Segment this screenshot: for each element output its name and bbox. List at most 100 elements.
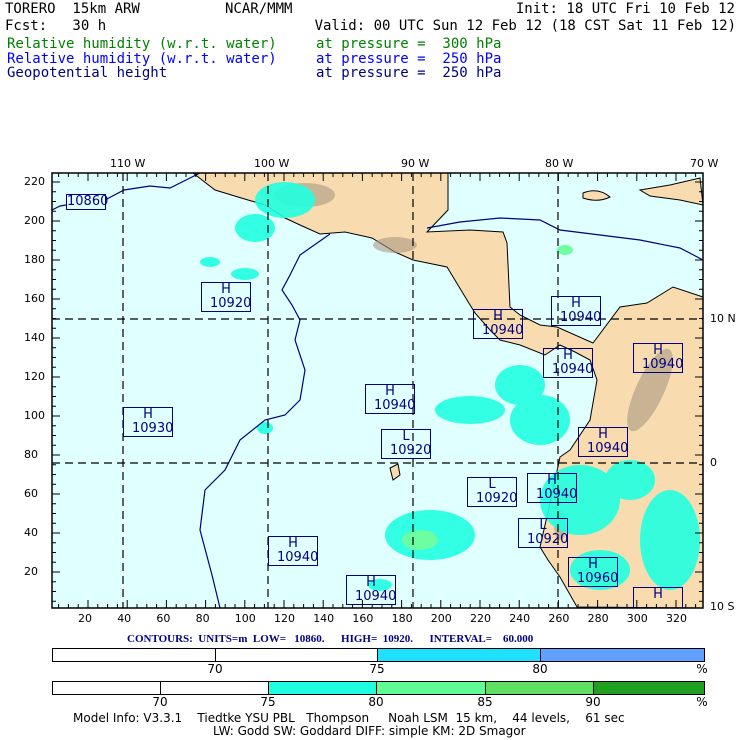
low-center: L 10920 xyxy=(467,477,517,507)
colorbar-250-label: % xyxy=(696,662,708,676)
colorbar-300hpa xyxy=(52,681,705,695)
contour-info: CONTOURS: UNITS=m LOW= 10860. HIGH= 1092… xyxy=(127,633,534,645)
center-value: 10930 xyxy=(132,421,174,436)
high-center: H 10940 xyxy=(346,575,396,605)
center-value: 10940 xyxy=(482,323,524,338)
lon-label-110w: 110 W xyxy=(110,157,146,170)
center-type: H xyxy=(571,296,581,311)
colorbar-250-label: 80 xyxy=(532,662,548,676)
colorbar-300-label: 80 xyxy=(368,695,384,709)
colorbar-300-label: 90 xyxy=(585,695,601,709)
low-center: L 10920 xyxy=(381,429,431,459)
center-type: L xyxy=(402,429,410,444)
center-value: 10940 xyxy=(536,487,578,502)
center-value: 10960 xyxy=(577,571,619,586)
center-type: H xyxy=(493,309,503,324)
center-value: 10940 xyxy=(374,398,416,413)
x-tick-label: 100 xyxy=(234,612,256,625)
x-tick-label: 40 xyxy=(117,612,132,625)
center-value: 10920 xyxy=(476,491,518,506)
center-value: 10860 xyxy=(67,194,109,209)
high-center: H 10960 xyxy=(568,557,618,587)
x-tick-label: 20 xyxy=(78,612,92,625)
center-value: 10920 xyxy=(210,296,252,311)
colorbar-segment xyxy=(486,682,594,694)
y-tick-label: 40 xyxy=(24,526,38,539)
colorbar-segment xyxy=(541,649,704,661)
x-tick-label: 120 xyxy=(274,612,295,625)
x-tick-label: 260 xyxy=(548,612,570,625)
low-center: L 10920 xyxy=(518,518,568,548)
colorbar-300-label: 70 xyxy=(152,695,168,709)
valid-time: Valid: 00 UTC Sun 12 Feb 12 (18 CST Sat … xyxy=(314,18,736,34)
high-center: H 10940 xyxy=(527,473,577,503)
lon-label-80w: 80 W xyxy=(545,157,574,170)
center-type: L xyxy=(488,477,496,492)
high-center: H 10930 xyxy=(123,407,173,437)
lat-label-10n: 10 N xyxy=(710,312,736,325)
organization: NCAR/MMM xyxy=(225,1,293,17)
x-tick-label: 240 xyxy=(509,612,531,625)
lat-label-10s: 10 S xyxy=(710,600,735,613)
high-center: H 10940 xyxy=(365,384,415,414)
y-tick-label: 220 xyxy=(24,175,45,188)
contour-label: 10860 xyxy=(66,194,109,210)
field-3-level: at pressure = 250 hPa xyxy=(316,65,502,81)
center-type: H xyxy=(598,427,608,442)
y-tick-label: 160 xyxy=(24,292,45,305)
center-type: H xyxy=(547,473,557,488)
colorbar-300-label: 85 xyxy=(477,695,493,709)
center-type: H xyxy=(366,575,376,590)
model-physics: LW: Godd SW: Goddard DIFF: simple KM: 2D… xyxy=(213,724,526,738)
x-tick-label: 300 xyxy=(626,612,648,625)
x-tick-label: 200 xyxy=(430,612,452,625)
high-center: H 10940 xyxy=(551,296,601,326)
center-value: 10940 xyxy=(552,362,594,377)
y-tick-label: 80 xyxy=(24,448,38,461)
colorbar-300-label: 75 xyxy=(260,695,276,709)
center-type: H xyxy=(288,536,298,551)
center-value: 10940 xyxy=(355,589,397,604)
colorbar-250-label: 70 xyxy=(207,662,223,676)
x-tick-label: 140 xyxy=(313,612,335,625)
field-3-name: Geopotential height xyxy=(7,65,168,81)
high-center: H xyxy=(633,587,683,608)
forecast-hour: Fcst: 30 h xyxy=(5,18,107,34)
high-center: H 10940 xyxy=(578,427,628,457)
lon-label-100w: 100 W xyxy=(254,157,290,170)
colorbar-segment xyxy=(378,649,541,661)
weather-map-page: TORERO 15km ARW NCAR/MMM Init: 18 UTC Fr… xyxy=(0,0,740,740)
x-tick-label: 60 xyxy=(156,612,171,625)
init-time: Init: 18 UTC Fri 10 Feb 12 xyxy=(515,1,735,17)
center-value: 10940 xyxy=(587,441,629,456)
x-tick-label: 220 xyxy=(470,612,491,625)
x-tick-label: 280 xyxy=(587,612,609,625)
field-1-name: Relative humidity (w.r.t. water) xyxy=(7,36,277,52)
high-center: H 10940 xyxy=(633,343,683,373)
x-tick-label: 180 xyxy=(391,612,413,625)
colorbar-segment xyxy=(269,682,377,694)
y-tick-label: 60 xyxy=(24,487,38,500)
y-tick-label: 20 xyxy=(24,565,38,578)
colorbar-segment xyxy=(53,649,216,661)
x-tick-label: 80 xyxy=(195,612,210,625)
y-tick-label: 200 xyxy=(24,214,45,227)
high-center: H 10940 xyxy=(543,348,593,378)
colorbar-segment xyxy=(216,649,378,661)
center-type: H xyxy=(385,384,395,399)
y-tick-label: 100 xyxy=(24,409,45,422)
high-center: H 10940 xyxy=(473,309,523,339)
colorbar-250-label: 75 xyxy=(369,662,385,676)
colorbar-segment xyxy=(377,682,486,694)
lon-label-70w: 70 W xyxy=(690,157,719,170)
x-tick-label: 320 xyxy=(666,612,687,625)
center-type: H xyxy=(563,348,573,363)
center-type: H xyxy=(653,587,663,602)
colorbar-300-label: % xyxy=(696,695,708,709)
colorbar-segment xyxy=(161,682,269,694)
high-center: H 10920 xyxy=(201,282,251,312)
center-type: H xyxy=(653,343,663,358)
colorbar-250hpa xyxy=(52,648,705,662)
center-value: 10940 xyxy=(277,550,319,565)
x-tick-label: 160 xyxy=(352,612,374,625)
